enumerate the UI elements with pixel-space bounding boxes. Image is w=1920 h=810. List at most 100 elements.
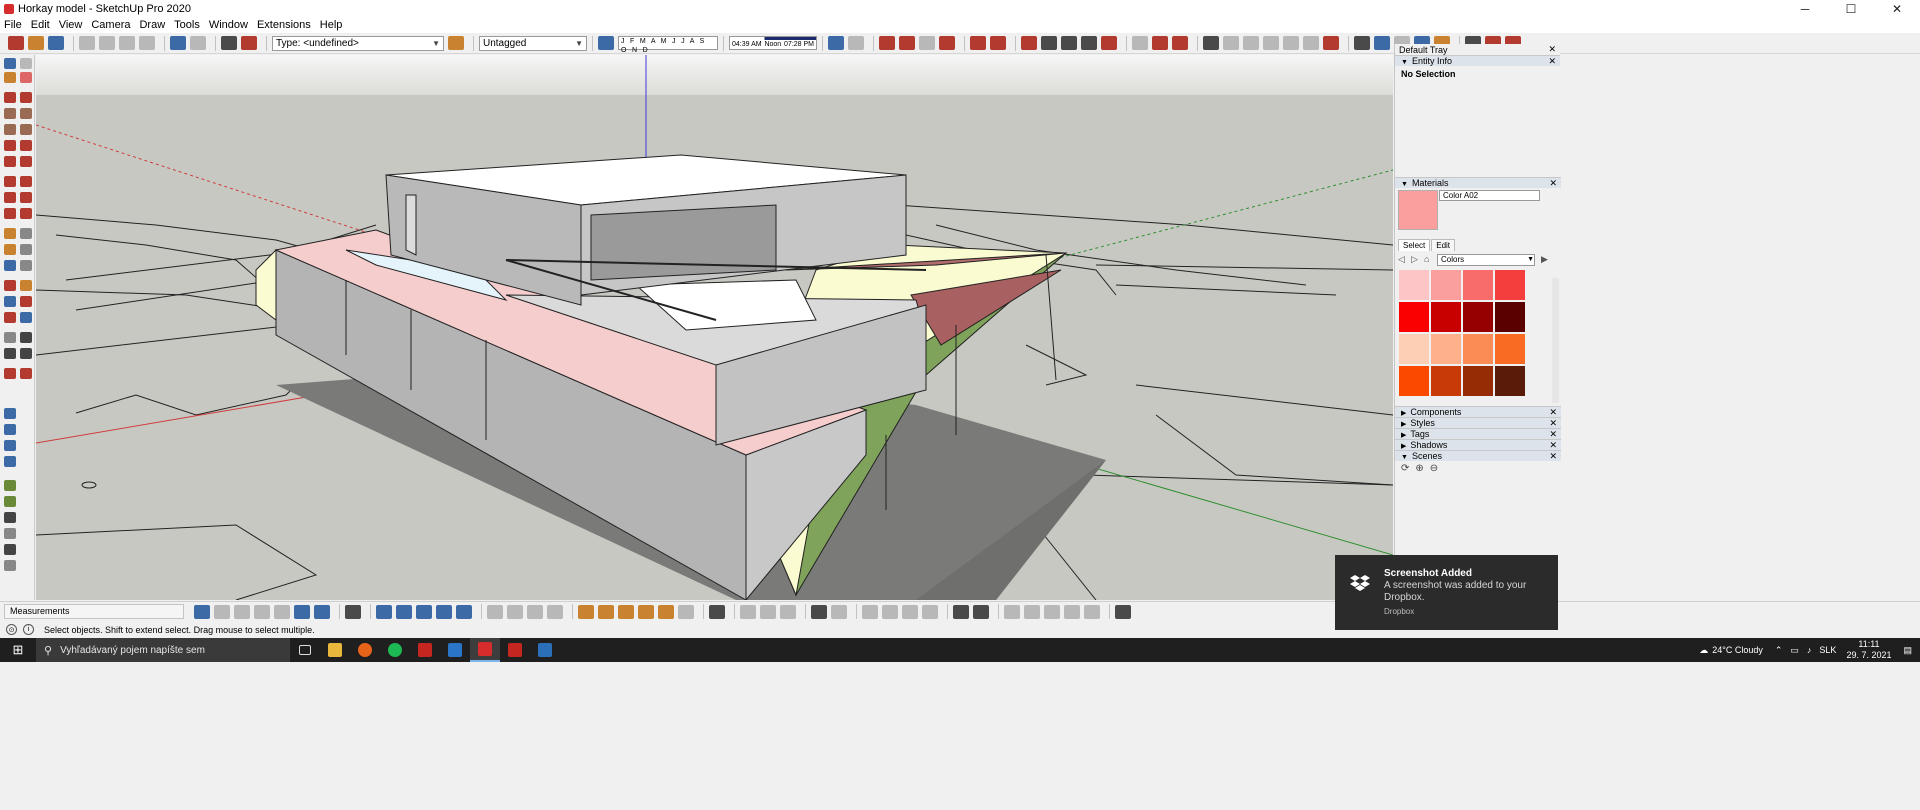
menu-file[interactable]: File	[4, 19, 22, 31]
materials-header[interactable]: ▼ Materials ✕	[1395, 177, 1561, 188]
material-swatch[interactable]	[1399, 334, 1429, 364]
speaker-icon[interactable]: ♪	[1807, 645, 1812, 655]
validate-icon[interactable]	[709, 604, 725, 619]
sketchup-taskbar-icon[interactable]	[470, 638, 500, 662]
clock[interactable]: 11:11 29. 7. 2021	[1846, 639, 1891, 661]
open-file-icon[interactable]	[28, 36, 44, 50]
shadows-panel-header[interactable]: ▶ Shadows ✕	[1395, 439, 1561, 450]
rotate-tool-icon[interactable]	[4, 192, 16, 203]
tool-l-icon[interactable]	[1374, 36, 1390, 50]
tool-k-icon[interactable]	[1354, 36, 1370, 50]
tag-select[interactable]: Untagged ▼	[479, 35, 587, 51]
material-swatch[interactable]	[1463, 302, 1493, 332]
menu-view[interactable]: View	[59, 19, 83, 31]
lasso-tool-icon[interactable]	[20, 58, 32, 69]
remove-scene-icon[interactable]: ⊖	[1430, 463, 1438, 474]
walk-tool-icon[interactable]	[4, 348, 16, 359]
material-swatch[interactable]	[1463, 270, 1493, 300]
measurements-box[interactable]: Measurements	[4, 604, 184, 619]
misc-tool-3-icon[interactable]	[780, 604, 796, 619]
menu-edit[interactable]: Edit	[31, 19, 50, 31]
style-backedges-icon[interactable]	[214, 604, 230, 619]
details-arrow-icon[interactable]: ▶	[1541, 255, 1550, 264]
panel-close-icon[interactable]: ✕	[1549, 440, 1557, 451]
views-top-icon[interactable]	[396, 604, 412, 619]
sandbox-icon[interactable]	[970, 36, 986, 50]
misc-tool-17-icon[interactable]	[1115, 604, 1131, 619]
three-point-arc-icon[interactable]	[4, 156, 16, 167]
components-panel-header[interactable]: ▶ Components ✕	[1395, 406, 1561, 417]
tool-g-icon[interactable]	[1263, 36, 1279, 50]
new-file-icon[interactable]	[8, 36, 24, 50]
tool-h-icon[interactable]	[1283, 36, 1299, 50]
misc-tool-10-icon[interactable]	[953, 604, 969, 619]
location-tool-4-icon[interactable]	[638, 604, 654, 619]
paint-bucket-icon[interactable]	[4, 72, 16, 83]
material-swatch[interactable]	[1463, 334, 1493, 364]
scale-tool-icon[interactable]	[4, 208, 16, 219]
style-wireframe-icon[interactable]	[234, 604, 250, 619]
3d-text-icon[interactable]	[20, 260, 32, 271]
push-pull-icon[interactable]	[20, 176, 32, 187]
sandbox-smoove-icon[interactable]	[4, 408, 16, 419]
circle-tool-icon[interactable]	[4, 124, 16, 135]
shadow-month-slider[interactable]: J F M A M J J A S O N D	[618, 36, 718, 54]
material-swatch[interactable]	[1399, 270, 1429, 300]
minimize-button[interactable]: ─	[1782, 0, 1828, 17]
close-button[interactable]: ✕	[1874, 0, 1920, 17]
two-point-arc-icon[interactable]	[20, 140, 32, 151]
misc-tool-12-icon[interactable]	[1004, 604, 1020, 619]
menu-draw[interactable]: Draw	[139, 19, 165, 31]
back-arrow-icon[interactable]: ◁	[1398, 255, 1407, 264]
model-viewport[interactable]	[36, 55, 1393, 600]
previous-view-icon[interactable]	[20, 312, 32, 323]
solid-union-icon[interactable]	[1021, 36, 1037, 50]
taskbar-search[interactable]: ⚲ Vyhľadávaný pojem napíšte sem	[36, 638, 290, 662]
misc-tool-11-icon[interactable]	[973, 604, 989, 619]
share-left-icon[interactable]	[20, 368, 32, 379]
sandbox-detail-icon[interactable]	[4, 456, 16, 467]
camera-tool-1-icon[interactable]	[487, 604, 503, 619]
material-swatch[interactable]	[1495, 302, 1525, 332]
camera-tool-3-icon[interactable]	[527, 604, 543, 619]
add-scene-icon[interactable]: ⊕	[1415, 463, 1423, 474]
shadow-toggle-icon[interactable]	[598, 36, 614, 50]
menu-extensions[interactable]: Extensions	[257, 19, 311, 31]
pan-tool-icon[interactable]	[20, 280, 32, 291]
views-back-icon[interactable]	[456, 604, 472, 619]
undo-icon[interactable]	[170, 36, 186, 50]
style-shaded-icon[interactable]	[274, 604, 290, 619]
location-tool-3-icon[interactable]	[618, 604, 634, 619]
paste-icon[interactable]	[119, 36, 135, 50]
tag-tools-icon[interactable]	[448, 36, 464, 50]
calculator-icon[interactable]	[530, 638, 560, 662]
solid-trim-icon[interactable]	[1061, 36, 1077, 50]
solid-intersect-icon[interactable]	[1041, 36, 1057, 50]
style-hidden-line-icon[interactable]	[254, 604, 270, 619]
misc-tool-14-icon[interactable]	[1044, 604, 1060, 619]
type-select[interactable]: Type: <undefined> ▼	[272, 35, 444, 51]
extension-manager-icon[interactable]	[939, 36, 955, 50]
forward-arrow-icon[interactable]: ▷	[1411, 255, 1420, 264]
menu-camera[interactable]: Camera	[91, 19, 130, 31]
misc-tool-5-icon[interactable]	[831, 604, 847, 619]
component-icon[interactable]	[345, 604, 361, 619]
panel-close-icon[interactable]: ✕	[1549, 178, 1557, 189]
warehouse-icon[interactable]	[879, 36, 895, 50]
view-back-icon[interactable]	[4, 544, 16, 555]
autocad-icon[interactable]	[410, 638, 440, 662]
look-around-icon[interactable]	[20, 332, 32, 343]
windows-start-icon[interactable]: ⊞	[0, 638, 36, 662]
misc-tool-7-icon[interactable]	[882, 604, 898, 619]
misc-tool-15-icon[interactable]	[1064, 604, 1080, 619]
photos-icon[interactable]	[440, 638, 470, 662]
panel-close-icon[interactable]: ✕	[1549, 429, 1557, 440]
sandbox-drape-icon[interactable]	[4, 440, 16, 451]
view-front-icon[interactable]	[4, 512, 16, 523]
tab-edit[interactable]: Edit	[1431, 239, 1456, 251]
entity-info-header[interactable]: ▼ Entity Info ✕	[1395, 55, 1560, 66]
tool-b-icon[interactable]	[1152, 36, 1168, 50]
refresh-scene-icon[interactable]: ⟳	[1401, 463, 1409, 474]
language-indicator[interactable]: SLK	[1819, 645, 1836, 655]
section-plane-icon[interactable]	[828, 36, 844, 50]
